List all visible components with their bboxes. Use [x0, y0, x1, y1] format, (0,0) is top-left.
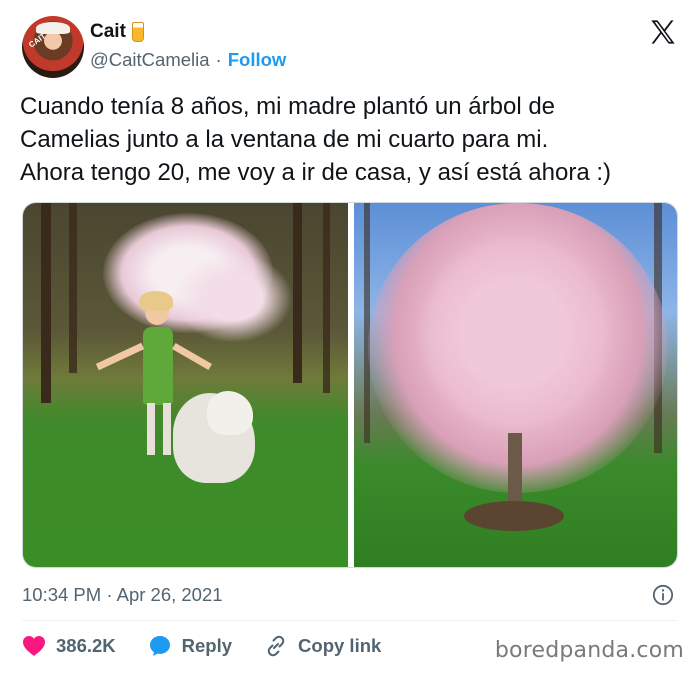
tweet-text-line: Ahora tengo 20, me voy a ir de casa, y a…: [20, 159, 611, 186]
reply-bubble-icon: [149, 636, 170, 656]
photo-tree-trunk: [323, 203, 330, 393]
separator-dot: ·: [215, 49, 222, 70]
photo-tree-trunk: [69, 203, 77, 373]
tweet-actions: 386.2K Reply Copy link: [22, 632, 413, 660]
photo-blossom-canopy: [414, 233, 614, 433]
copy-link-label: Copy link: [298, 635, 382, 656]
photo-girl-leg: [147, 403, 155, 455]
photo-girl-arm: [172, 342, 212, 371]
photo-tree-trunk: [293, 203, 302, 383]
tweet-text: Cuando tenía 8 años, mi madre plantó un …: [20, 90, 685, 189]
photo-blossom-cluster: [173, 253, 293, 343]
divider: [22, 620, 678, 621]
copy-link-button[interactable]: Copy link: [264, 634, 381, 658]
tweet-text-line: Cuando tenía 8 años, mi madre plantó un …: [20, 93, 556, 120]
photo-dog-head: [207, 391, 253, 435]
photo-girl-hair: [139, 291, 173, 311]
link-icon: [267, 635, 285, 657]
photo-girl-arm: [95, 342, 145, 371]
reply-button[interactable]: Reply: [148, 634, 232, 658]
avatar[interactable]: CAIT: [22, 16, 84, 78]
juice-box-icon: [131, 22, 144, 42]
boredpanda-watermark: boredpanda.com: [494, 638, 684, 663]
tweet-media: [22, 202, 678, 568]
author-display-name[interactable]: Cait: [90, 21, 126, 43]
author-handle-row: @CaitCamelia · Follow: [90, 49, 286, 71]
tweet-timestamp[interactable]: 10:34 PM · Apr 26, 2021: [22, 584, 223, 606]
photo-blooming-camellia-tree[interactable]: [354, 203, 677, 567]
like-button[interactable]: 386.2K: [22, 635, 116, 657]
photo-tree-trunk: [41, 203, 51, 403]
avatar-label: CAIT: [27, 31, 48, 50]
info-icon[interactable]: [652, 584, 674, 606]
author-name-row: Cait: [90, 21, 144, 43]
photo-girl-dress: [143, 327, 173, 405]
reply-label: Reply: [181, 635, 233, 656]
tweet-text-line: Camelias junto a la ventana de mi cuarto…: [20, 126, 549, 153]
photo-mulch-circle: [464, 501, 564, 531]
heart-icon: [23, 636, 45, 656]
follow-button[interactable]: Follow: [228, 49, 287, 71]
x-logo-icon[interactable]: [648, 18, 678, 46]
like-count: 386.2K: [56, 635, 116, 656]
author-handle[interactable]: @CaitCamelia: [90, 49, 210, 71]
tweet-header: CAIT Cait @CaitCamelia · Follow: [22, 16, 682, 78]
photo-girl-leg: [163, 403, 171, 455]
photo-girl-with-dog[interactable]: [23, 203, 348, 567]
